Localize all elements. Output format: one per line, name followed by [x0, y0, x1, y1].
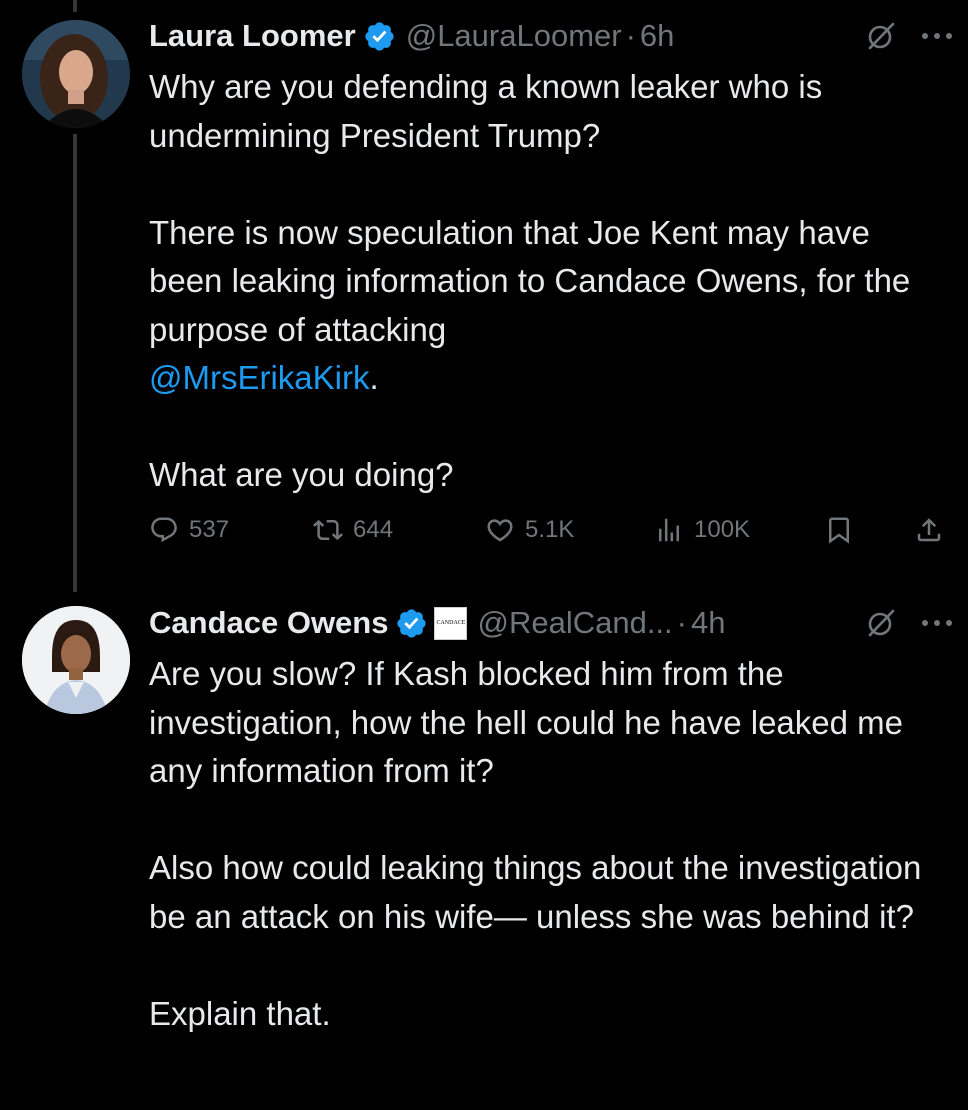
avatar-photo: [22, 20, 130, 128]
heart-icon: [487, 519, 513, 542]
views-button[interactable]: 100K: [654, 515, 750, 545]
tweet-text: Why are you defending a known leaker who…: [149, 63, 949, 500]
thread-connector: [73, 134, 77, 592]
verified-badge-icon: [365, 21, 394, 51]
tweet-header: Candace Owens CANDACE @RealCand... · 4h: [149, 603, 954, 643]
repost-count: 644: [353, 516, 394, 543]
views-count: 100K: [694, 516, 751, 543]
tweet-paragraph: Explain that.: [149, 994, 331, 1032]
verified-badge-icon: [397, 608, 427, 638]
reply-button[interactable]: 537: [149, 515, 229, 545]
more-icon[interactable]: [920, 618, 954, 628]
separator-dot: ·: [625, 18, 636, 53]
tweet-paragraph-text: There is now speculation that Joe Kent m…: [149, 213, 911, 348]
tweet-header: Laura Loomer @LauraLoomer · 6h: [149, 16, 954, 56]
mention-suffix: .: [369, 359, 379, 396]
author-avatar[interactable]: [22, 606, 130, 714]
repost-button[interactable]: 644: [313, 515, 393, 545]
reply-count: 537: [189, 516, 230, 543]
avatar-photo: [22, 606, 130, 714]
grok-icon[interactable]: [866, 21, 896, 51]
tweet-paragraph: Why are you defending a known leaker who…: [149, 68, 823, 154]
share-icon: [917, 518, 941, 542]
views-icon: [659, 518, 679, 542]
thread-connector: [73, 0, 77, 12]
more-icon[interactable]: [920, 31, 954, 41]
tweet-timestamp[interactable]: 6h: [640, 18, 674, 54]
mention-link[interactable]: @MrsErikaKirk: [149, 359, 370, 396]
share-button[interactable]: [914, 515, 944, 545]
tweet-paragraph: What are you doing?: [149, 456, 454, 493]
like-button[interactable]: 5.1K: [485, 515, 574, 545]
separator-dot: ·: [676, 605, 687, 640]
author-handle[interactable]: @RealCand...: [477, 605, 672, 641]
like-count: 5.1K: [525, 516, 575, 543]
tweet-timestamp[interactable]: 4h: [691, 605, 725, 641]
tweet-text: Are you slow? If Kash blocked him from t…: [149, 650, 949, 1038]
bookmark-icon: [829, 517, 849, 544]
tweet-paragraph: There is now speculation that Joe Kent m…: [149, 209, 949, 403]
author-name[interactable]: Laura Loomer: [149, 18, 356, 54]
bookmark-button[interactable]: [824, 515, 854, 545]
repost-icon: [313, 519, 343, 541]
thread-view: Laura Loomer @LauraLoomer · 6h Why are y…: [0, 0, 968, 1110]
author-avatar[interactable]: [22, 20, 130, 128]
author-name[interactable]: Candace Owens: [149, 605, 388, 641]
reply-icon: [151, 517, 177, 543]
grok-icon[interactable]: [866, 608, 896, 638]
author-handle[interactable]: @LauraLoomer: [406, 18, 622, 54]
tweet-actions: 537 644 5.1K 100K: [149, 510, 949, 550]
tweet-paragraph: Are you slow? If Kash blocked him from t…: [149, 655, 903, 789]
tweet-paragraph: Also how could leaking things about the …: [149, 849, 922, 935]
affiliate-badge-logo[interactable]: CANDACE: [434, 606, 468, 640]
